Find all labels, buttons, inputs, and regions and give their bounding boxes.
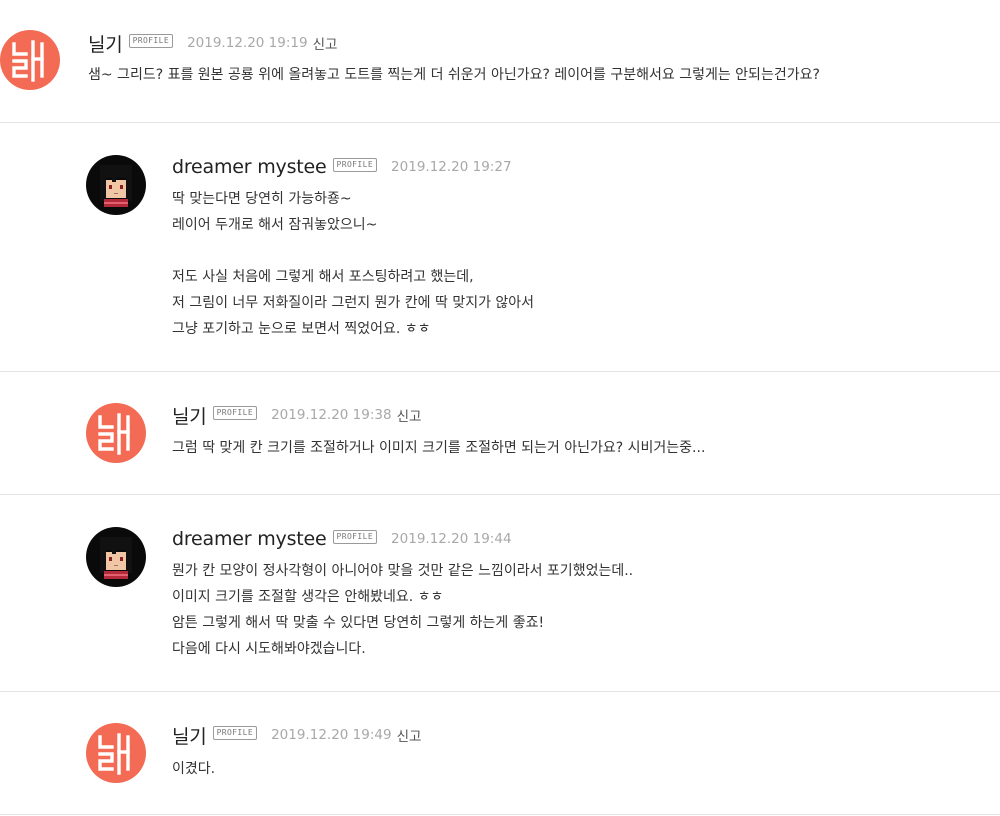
comment-line: 샘~ 그리드? 표를 원본 공룡 위에 올려놓고 도트를 찍는게 더 쉬운거 아… [88,67,820,83]
comment-line [172,238,534,264]
comment-header: dreamer mystee PROFILE 2019.12.20 19:27 [172,154,512,180]
report-link[interactable]: 신고 [313,33,338,53]
avatar[interactable] [86,403,146,463]
comment-body: 그럼 딱 맞게 칸 크기를 조절하거나 이미지 크기를 조절하면 되는거 아닌가… [172,435,705,461]
comment-line: 이겼다. [172,761,216,777]
comment-header: 닐기 PROFILE 2019.12.20 19:38 신고 [172,402,421,428]
report-link[interactable]: 신고 [397,405,422,425]
avatar[interactable] [0,30,60,90]
pixel-character-avatar-icon [86,527,146,587]
profile-badge[interactable]: PROFILE [332,158,378,172]
profile-badge[interactable]: PROFILE [212,406,258,420]
profile-badge[interactable]: PROFILE [212,726,258,740]
author-name[interactable]: 닐기 [172,722,207,749]
comment-body: 딱 맞는다면 당연히 가능하죵~ 레이어 두개로 해서 잠궈놓았으니~ 저도 사… [172,186,534,342]
author-name[interactable]: 닐기 [88,30,123,57]
comment-line: 저 그림이 너무 저화질이라 그런지 뭔가 칸에 딱 맞지가 않아서 [172,295,535,311]
comment-body: 이겼다. [172,756,215,782]
comment-header: 닐기 PROFILE 2019.12.20 19:49 신고 [172,722,421,748]
comment-date: 2019.12.20 19:27 [391,159,512,175]
divider [0,814,1000,815]
author-name[interactable]: dreamer mystee [172,528,327,550]
divider [0,371,1000,372]
comment-date: 2019.12.20 19:38 [271,407,392,423]
comment-date: 2019.12.20 19:49 [271,727,392,743]
nilgi-logo-avatar-icon [86,403,146,463]
comment-line: 딱 맞는다면 당연히 가능하죵~ [172,191,352,207]
comment-body: 뭔가 칸 모양이 정사각형이 아니어야 맞을 것만 같은 느낌이라서 포기했었는… [172,558,633,662]
comment-line: 다음에 다시 시도해봐야겠습니다. [172,641,366,657]
comment-line: 그냥 포기하고 눈으로 보면서 찍었어요. ㅎㅎ [172,321,431,337]
comment-line: 뭔가 칸 모양이 정사각형이 아니어야 맞을 것만 같은 느낌이라서 포기했었는… [172,563,634,579]
nilgi-logo-avatar-icon [0,30,60,90]
profile-badge[interactable]: PROFILE [128,34,174,48]
comment-line: 그럼 딱 맞게 칸 크기를 조절하거나 이미지 크기를 조절하면 되는거 아닌가… [172,440,706,456]
comment-header: 닐기 PROFILE 2019.12.20 19:19 신고 [88,30,337,56]
comment-line: 저도 사실 처음에 그렇게 해서 포스팅하려고 했는데, [172,269,474,285]
pixel-character-avatar-icon [86,155,146,215]
divider [0,122,1000,123]
profile-badge[interactable]: PROFILE [332,530,378,544]
divider [0,691,1000,692]
comment-line: 레이어 두개로 해서 잠궈놓았으니~ [172,217,378,233]
avatar[interactable] [86,723,146,783]
report-link[interactable]: 신고 [397,725,422,745]
comment-body: 샘~ 그리드? 표를 원본 공룡 위에 올려놓고 도트를 찍는게 더 쉬운거 아… [88,62,820,88]
comment-date: 2019.12.20 19:44 [391,531,512,547]
author-name[interactable]: 닐기 [172,402,207,429]
nilgi-logo-avatar-icon [86,723,146,783]
author-name[interactable]: dreamer mystee [172,156,327,178]
comment-header: dreamer mystee PROFILE 2019.12.20 19:44 [172,526,512,552]
comment-line: 암튼 그렇게 해서 딱 맞출 수 있다면 당연히 그렇게 하는게 좋죠! [172,615,545,631]
divider [0,494,1000,495]
comment-date: 2019.12.20 19:19 [187,35,308,51]
avatar[interactable] [86,527,146,587]
comment-line: 이미지 크기를 조절할 생각은 안해봤네요. ㅎㅎ [172,589,444,605]
avatar[interactable] [86,155,146,215]
